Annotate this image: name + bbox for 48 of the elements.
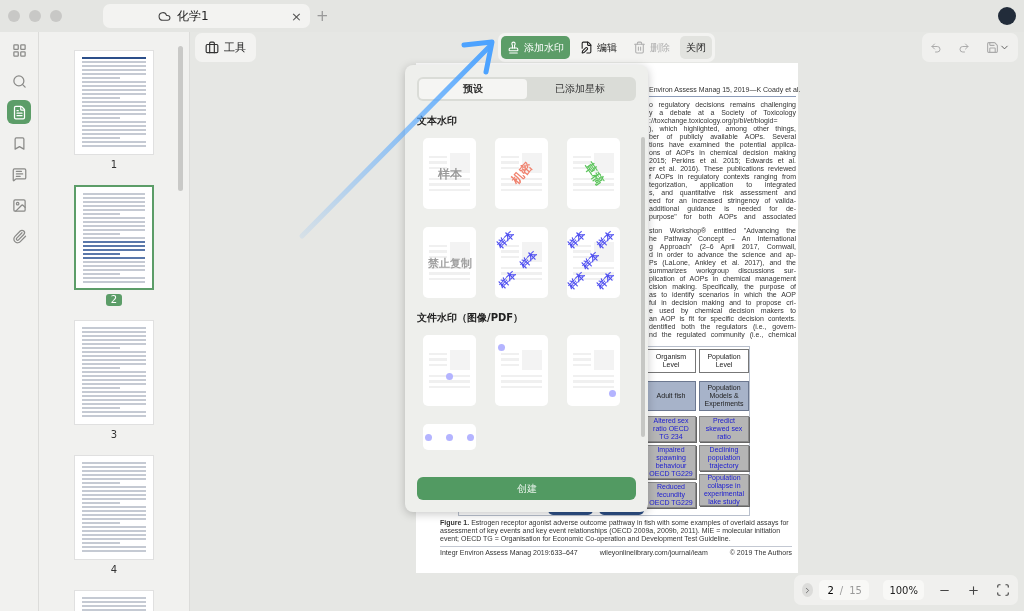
page-number: 3 (109, 429, 119, 441)
dot-icon (498, 344, 505, 351)
expand-button[interactable] (802, 583, 814, 597)
trash-icon (633, 41, 646, 54)
section-title: 文本水印 (417, 114, 458, 128)
tab-title: 化学1 (177, 7, 210, 25)
toolbox-icon (205, 40, 219, 55)
dot-icon (446, 373, 453, 380)
page-icon[interactable] (7, 100, 31, 124)
panel-tab[interactable]: 已添加星标 (526, 79, 634, 99)
document-tab[interactable]: 化学1 × (103, 4, 310, 28)
scrollbar[interactable] (178, 46, 183, 191)
watermark-preset[interactable] (567, 335, 620, 406)
tab-close-button[interactable]: × (291, 8, 302, 24)
add-watermark-button[interactable]: 添加水印 (501, 36, 570, 59)
watermark-preset[interactable] (423, 335, 476, 406)
user-avatar[interactable] (998, 7, 1016, 25)
stamp-icon (507, 41, 520, 54)
zoom-level[interactable]: 100% (883, 580, 924, 600)
watermark-preset[interactable] (423, 424, 476, 450)
page-number: 4 (109, 564, 119, 576)
fit-page-icon[interactable] (996, 583, 1010, 597)
close-button[interactable]: 关闭 (680, 36, 712, 59)
page-number: 2 (105, 294, 123, 306)
tools-button[interactable]: 工具 (195, 33, 256, 62)
create-button[interactable]: 创建 (417, 477, 636, 500)
watermark-preset[interactable]: 样本 样本 样本 (495, 227, 548, 298)
redo-icon[interactable] (958, 41, 970, 54)
panel-tab[interactable]: 预设 (419, 79, 527, 99)
undo-icon[interactable] (930, 41, 942, 54)
page-field[interactable]: 2 / 15 (819, 580, 870, 600)
window-close-control[interactable] (8, 10, 20, 22)
section-title: 文件水印（图像/PDF） (417, 311, 525, 325)
dot-icon (425, 434, 432, 441)
window-zoom-control[interactable] (50, 10, 62, 22)
page-thumbnail[interactable] (74, 185, 154, 290)
window-minimize-control[interactable] (29, 10, 41, 22)
watermark-preset[interactable] (495, 335, 548, 406)
dot-icon (609, 390, 616, 397)
pen-file-icon (580, 41, 593, 54)
dot-icon (467, 434, 474, 441)
edit-button[interactable]: 编辑 (574, 36, 623, 59)
save-icon[interactable] (986, 41, 999, 54)
page-number: 1 (109, 159, 119, 171)
zoom-in-icon[interactable] (967, 583, 980, 597)
scrollbar[interactable] (641, 137, 645, 437)
cloud-icon (158, 9, 171, 23)
dot-icon (446, 434, 453, 441)
